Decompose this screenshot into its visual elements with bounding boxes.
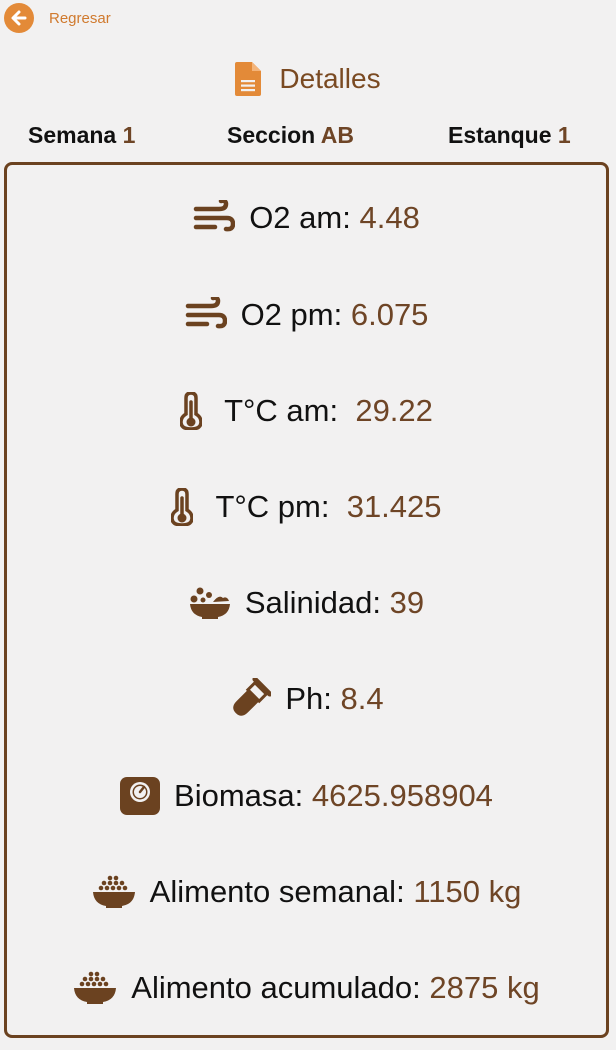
week-info: Semana 1 xyxy=(28,122,135,149)
o2-am-value: 4.48 xyxy=(359,200,420,235)
pond-value: 1 xyxy=(557,122,571,148)
ph-value: 8.4 xyxy=(340,681,384,716)
cumulative-feed-row: Alimento acumulado: 2875 kg xyxy=(7,963,606,1013)
o2-pm-label: O2 pm: xyxy=(240,297,343,332)
feed-bowl-icon xyxy=(92,875,136,909)
pond-info: Estanque 1 xyxy=(448,122,571,149)
details-card: O2 am: 4.48 O2 pm: 6.075 T°C am: 29.22 T… xyxy=(4,162,609,1038)
thermometer-icon xyxy=(180,392,203,430)
temp-pm-value: 31.425 xyxy=(346,489,442,524)
biomass-label: Biomasa: xyxy=(174,778,304,813)
salinity-row: Salinidad: 39 xyxy=(7,578,606,628)
wind-icon xyxy=(193,200,236,236)
temp-pm-row: T°C pm: 31.425 xyxy=(7,482,606,532)
wind-icon xyxy=(185,297,227,333)
ph-label: Ph: xyxy=(285,681,332,716)
page-title: Detalles xyxy=(0,62,616,96)
back-label: Regresar xyxy=(49,9,111,27)
section-value: AB xyxy=(320,122,354,148)
biomass-value: 4625.958904 xyxy=(311,778,493,813)
section-info: Seccion AB xyxy=(227,122,354,149)
bowl-icon xyxy=(189,586,231,620)
pond-label: Estanque xyxy=(448,122,552,148)
salinity-label: Salinidad: xyxy=(244,585,382,620)
o2-am-label: O2 am: xyxy=(249,200,351,235)
test-tube-icon xyxy=(229,678,272,720)
weekly-feed-row: Alimento semanal: 1150 kg xyxy=(7,867,606,917)
cumulative-feed-label: Alimento acumulado: xyxy=(131,970,421,1005)
temp-am-label: T°C am: xyxy=(224,393,339,428)
biomass-row: Biomasa: 4625.958904 xyxy=(7,771,606,821)
feed-bowl-icon xyxy=(73,971,117,1005)
temp-am-row: T°C am: 29.22 xyxy=(7,386,606,436)
o2-am-row: O2 am: 4.48 xyxy=(7,193,606,243)
arrow-left-icon xyxy=(4,3,34,33)
o2-pm-row: O2 pm: 6.075 xyxy=(7,290,606,340)
salinity-value: 39 xyxy=(389,585,425,620)
section-label: Seccion xyxy=(227,122,316,148)
thermometer-icon xyxy=(171,488,194,526)
temp-am-value: 29.22 xyxy=(355,393,433,428)
temp-pm-label: T°C pm: xyxy=(215,489,330,524)
page-title-text: Detalles xyxy=(279,63,381,94)
weekly-feed-value: 1150 kg xyxy=(413,874,522,909)
week-label: Semana xyxy=(28,122,117,148)
week-value: 1 xyxy=(122,122,136,148)
scale-icon xyxy=(120,777,161,815)
o2-pm-value: 6.075 xyxy=(350,297,429,332)
meta-row: Semana 1 Seccion AB Estanque 1 xyxy=(0,122,616,156)
cumulative-feed-value: 2875 kg xyxy=(429,970,540,1005)
document-icon xyxy=(235,62,262,96)
weekly-feed-label: Alimento semanal: xyxy=(149,874,405,909)
details-screen: Regresar Detalles Semana 1 Seccion AB Es… xyxy=(0,0,616,1050)
back-button[interactable]: Regresar xyxy=(4,3,111,33)
ph-row: Ph: 8.4 xyxy=(7,674,606,724)
